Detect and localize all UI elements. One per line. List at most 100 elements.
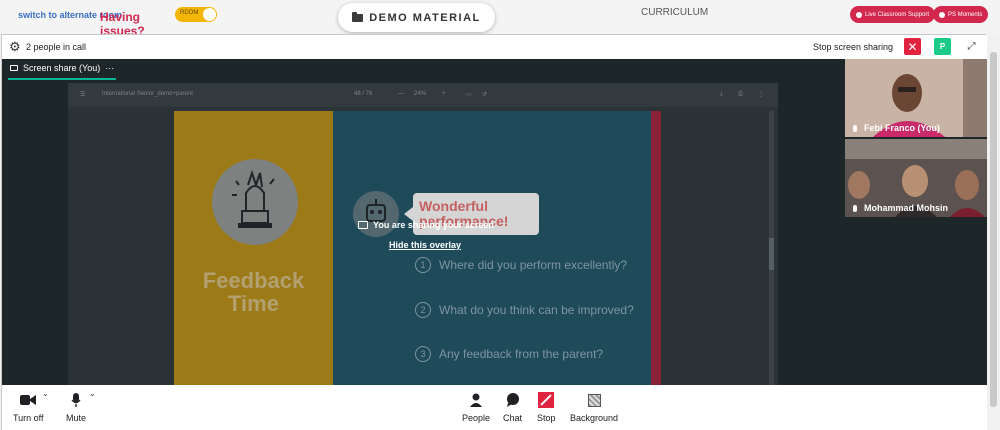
background-icon xyxy=(587,393,601,407)
chat-icon xyxy=(506,393,520,407)
zoom-level[interactable]: 24% xyxy=(414,91,426,97)
question-item: 1 Where did you perform excellently? xyxy=(415,257,627,273)
stop-label: Stop xyxy=(537,413,556,423)
background-icon-shape xyxy=(587,393,601,407)
stop-icon-shape xyxy=(538,392,555,408)
question-text: What do you think can be improved? xyxy=(439,303,634,317)
question-item: 3 Any feedback from the parent? xyxy=(415,346,603,362)
tab-underline xyxy=(8,78,116,80)
feedback-title: Feedback Time xyxy=(174,269,333,315)
screen-share-stage: Screen share (You) ··· ☰ International S… xyxy=(2,59,987,385)
stop-share-button[interactable]: Stop xyxy=(537,392,556,423)
call-header: ⚙ 2 people in call Stop screen sharing ✕… xyxy=(2,35,987,59)
hide-overlay-link[interactable]: Hide this overlay xyxy=(389,240,461,250)
slide-left-panel: Feedback Time xyxy=(174,111,333,385)
share-tabbar: Screen share (You) ··· xyxy=(2,59,845,81)
mute-button[interactable]: Mute xyxy=(66,393,86,423)
tab-screen-share[interactable]: Screen share (You) ··· xyxy=(10,63,114,73)
issues-notice: Having issues? switch to alternate room xyxy=(18,10,145,38)
folder-icon xyxy=(352,11,364,22)
zoom-out-icon[interactable]: — xyxy=(398,91,404,97)
pdf-viewer: ☰ International Senior_demo+parent 48 / … xyxy=(68,83,778,385)
participant-name: Febi Franco (You) xyxy=(864,123,940,133)
stop-sharing-label: Stop screen sharing xyxy=(813,42,894,52)
stop-share-icon xyxy=(538,392,555,408)
question-item: 2 What do you think can be improved? xyxy=(415,302,634,318)
participant-name-bar: Febi Franco (You) xyxy=(853,123,940,133)
stop-sharing-button[interactable]: ✕ xyxy=(904,38,921,55)
top-bar: Having issues? switch to alternate room … xyxy=(0,0,1000,38)
question-number: 2 xyxy=(415,302,431,318)
ps-moments-button[interactable]: PS Moments xyxy=(933,6,989,23)
viewer-toolbar: ☰ International Senior_demo+parent 48 / … xyxy=(68,83,778,107)
people-button[interactable]: People xyxy=(462,393,490,423)
viewer-scrollbar-thumb[interactable] xyxy=(769,238,774,270)
more-icon[interactable]: ··· xyxy=(105,63,114,73)
live-support-button[interactable]: Live Classroom Support xyxy=(850,6,936,23)
question-text: Any feedback from the parent? xyxy=(439,347,604,361)
download-icon[interactable]: ⤓ xyxy=(720,91,723,98)
slide-right-panel: Wonderful performance! 1 Where did you p… xyxy=(333,111,651,385)
question-number: 3 xyxy=(415,346,431,362)
gear-icon[interactable]: ⚙ xyxy=(9,40,21,53)
participant-tile[interactable]: Mohammad Mohsin xyxy=(845,139,987,217)
doc-title: International Senior_demo+parent xyxy=(102,91,193,97)
chevron-down-icon[interactable]: ⌄ xyxy=(42,389,49,398)
participant-name-bar: Mohammad Mohsin xyxy=(853,203,948,213)
background-button[interactable]: Background xyxy=(570,393,618,423)
expand-icon[interactable]: ⤢ xyxy=(963,38,980,55)
live-support-label: Live Classroom Support xyxy=(865,11,930,18)
demo-material-label: DEMO MATERIAL xyxy=(369,11,481,24)
video-call-panel: ⚙ 2 people in call Stop screen sharing ✕… xyxy=(1,34,987,430)
participant-badge[interactable]: P xyxy=(934,38,951,55)
room-toggle[interactable]: RDOM xyxy=(175,7,217,22)
call-controls: Turn off ⌄ Mute ⌄ People Chat Stop Backg… xyxy=(2,385,987,430)
demo-material-button[interactable]: DEMO MATERIAL xyxy=(338,3,495,32)
moments-icon xyxy=(939,11,945,18)
camera-label: Turn off xyxy=(13,413,44,423)
chevron-down-icon[interactable]: ⌄ xyxy=(89,389,96,398)
participant-tile[interactable]: Febi Franco (You) xyxy=(845,59,987,137)
page-indicator[interactable]: 48 / 76 xyxy=(354,91,372,97)
camera-button[interactable]: Turn off xyxy=(13,393,44,423)
room-toggle-label: RDOM xyxy=(180,10,199,16)
curriculum-tab[interactable]: CURRICULUM xyxy=(641,7,708,18)
more-vert-icon[interactable]: ⋮ xyxy=(758,91,764,98)
slide-accent-strip xyxy=(651,111,661,385)
feedback-title-line2: Time xyxy=(228,291,279,316)
people-count: 2 people in call xyxy=(26,42,87,52)
support-icon xyxy=(856,11,862,18)
camera-icon xyxy=(20,393,37,407)
monitor-icon xyxy=(10,65,18,71)
trophy-icon xyxy=(212,159,298,245)
mic-icon xyxy=(853,124,857,132)
print-icon[interactable]: ⎙ xyxy=(738,91,743,98)
rotate-icon[interactable]: ↺ xyxy=(482,91,487,98)
participant-name: Mohammad Mohsin xyxy=(864,203,949,213)
mute-label: Mute xyxy=(66,413,87,423)
mic-icon xyxy=(71,393,81,407)
bubble-line1: Wonderful xyxy=(419,198,488,214)
feedback-title-line1: Feedback xyxy=(202,268,305,293)
question-text: Where did you perform excellently? xyxy=(439,258,628,272)
chat-button[interactable]: Chat xyxy=(503,393,522,423)
background-label: Background xyxy=(570,413,619,423)
close-icon: ✕ xyxy=(907,39,918,54)
mic-icon xyxy=(853,204,857,212)
menu-icon[interactable]: ☰ xyxy=(80,91,85,98)
chat-label: Chat xyxy=(503,413,523,423)
zoom-in-icon[interactable]: + xyxy=(442,91,446,97)
tab-label: Screen share (You) xyxy=(23,63,101,73)
fit-page-icon[interactable]: ▭ xyxy=(466,91,472,98)
person-icon xyxy=(470,393,483,407)
sharing-overlay-message: You are sharing your screen xyxy=(358,220,494,230)
people-label: People xyxy=(462,413,491,423)
ps-moments-label: PS Moments xyxy=(948,11,983,18)
overlay-text: You are sharing your screen xyxy=(373,220,494,230)
page-scrollbar-thumb[interactable] xyxy=(990,52,997,407)
page-scrollbar[interactable] xyxy=(988,34,1000,430)
toggle-knob xyxy=(203,8,216,21)
question-number: 1 xyxy=(415,257,431,273)
screen-share-icon xyxy=(358,221,368,229)
robot-icon xyxy=(353,191,399,237)
